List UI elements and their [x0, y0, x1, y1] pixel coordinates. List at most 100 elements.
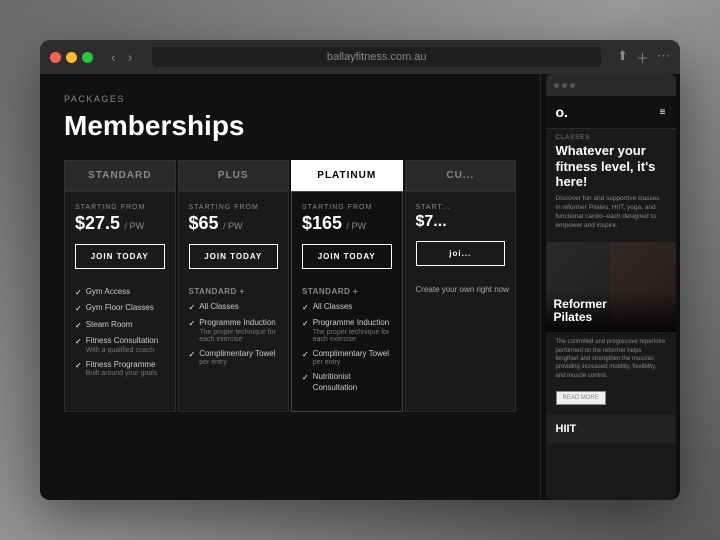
tab-standard[interactable]: STANDARD — [64, 160, 176, 191]
list-item: ✓ Fitness Consultation With a qualified … — [75, 336, 165, 353]
custom-join-button[interactable]: joi... — [416, 241, 506, 266]
mobile-logo: o. — [556, 104, 568, 120]
minimize-button[interactable] — [66, 52, 77, 63]
check-icon: ✓ — [189, 350, 196, 359]
main-panel: PACKAGES Memberships STANDARD PLUS PLATI… — [40, 74, 540, 500]
feature-label: Gym Floor Classes — [86, 303, 154, 313]
feature-label: Fitness Consultation — [86, 336, 158, 346]
mobile-device: o. ≡ CLASSES Whatever your fitness level… — [546, 74, 676, 500]
browser-window: ‹ › ballayfitness.com.au ⬆ ＋ ⋯ PACKAGES … — [40, 40, 680, 500]
plus-column: STARTING FROM $65 / PW JOIN TODAY STANDA… — [178, 191, 290, 412]
membership-tabs: STANDARD PLUS PLATINUM CU... — [64, 160, 516, 191]
list-item: ✓ Nutritionist Consultation — [302, 372, 392, 393]
mobile-content: o. ≡ CLASSES Whatever your fitness level… — [546, 96, 676, 500]
mobile-dot-1 — [554, 83, 559, 88]
tab-platinum[interactable]: PLATINUM — [291, 160, 403, 191]
reformer-card-title: ReformerPilates — [554, 298, 668, 324]
feature-label: Nutritionist Consultation — [313, 372, 392, 393]
check-icon: ✓ — [75, 337, 82, 346]
reformer-card-content: The controlled and progressive repertoir… — [546, 332, 676, 411]
maximize-button[interactable] — [82, 52, 93, 63]
add-tab-icon[interactable]: ＋ — [636, 48, 649, 67]
check-icon: ✓ — [75, 304, 82, 313]
feature-label: Fitness Programme — [86, 360, 158, 370]
browser-actions: ⬆ ＋ ⋯ — [617, 48, 670, 67]
list-item: ✓ Programme Induction The proper techniq… — [189, 318, 279, 342]
tab-plus[interactable]: PLUS — [178, 160, 290, 191]
address-bar[interactable]: ballayfitness.com.au — [152, 47, 601, 67]
feature-sub: The proper technique for each exercise — [313, 329, 392, 343]
check-icon: ✓ — [189, 303, 196, 312]
list-item: ✓ Steam Room — [75, 320, 165, 330]
feature-label: Complimentary Towel — [313, 349, 389, 359]
platinum-from-label: STARTING FROM — [302, 204, 392, 211]
mobile-dot-3 — [570, 83, 575, 88]
tab-custom[interactable]: CU... — [405, 160, 517, 191]
mobile-toolbar — [546, 74, 676, 96]
check-icon: ✓ — [302, 373, 309, 382]
hamburger-icon[interactable]: ≡ — [660, 107, 666, 118]
mobile-hero-description: Discover fun and supportive classes in r… — [556, 194, 666, 230]
list-item: ✓ Fitness Programme Built around your go… — [75, 360, 165, 377]
back-button[interactable]: ‹ — [107, 47, 120, 67]
nav-buttons: ‹ › — [107, 47, 136, 67]
url-text: ballayfitness.com.au — [327, 51, 427, 63]
standard-column: STARTING FROM $27.5 / PW JOIN TODAY ✓ Gy… — [64, 191, 176, 412]
mobile-traffic-lights — [554, 83, 575, 88]
browser-content: PACKAGES Memberships STANDARD PLUS PLATI… — [40, 74, 680, 500]
feature-sub: Built around your goals — [86, 370, 158, 377]
list-item: ✓ All Classes — [189, 302, 279, 312]
feature-label: Steam Room — [86, 320, 133, 330]
standard-price: $27.5 / PW — [75, 213, 165, 234]
read-more-button[interactable]: READ MORE — [556, 391, 606, 405]
mobile-panel: o. ≡ CLASSES Whatever your fitness level… — [540, 74, 680, 500]
extensions-icon[interactable]: ⋯ — [657, 48, 670, 67]
feature-sub: The proper technique for each exercise — [199, 329, 278, 343]
platinum-price: $165 / PW — [302, 213, 392, 234]
plus-features: STANDARD + ✓ All Classes ✓ Programme Ind… — [189, 287, 279, 366]
pricing-grid: STARTING FROM $27.5 / PW JOIN TODAY ✓ Gy… — [64, 191, 516, 412]
custom-price: $7... — [416, 213, 506, 231]
custom-features: Create your own right now — [416, 284, 506, 295]
feature-sub: per entry — [199, 359, 275, 366]
list-item: ✓ Programme Induction The proper techniq… — [302, 318, 392, 342]
feature-label: All Classes — [313, 302, 353, 312]
check-icon: ✓ — [75, 321, 82, 330]
section-label: PACKAGES — [64, 94, 516, 104]
forward-button[interactable]: › — [124, 47, 137, 67]
list-item: ✓ All Classes — [302, 302, 392, 312]
platinum-features-header: STANDARD + — [302, 287, 392, 296]
check-icon: ✓ — [75, 361, 82, 370]
plus-price: $65 / PW — [189, 213, 279, 234]
browser-toolbar: ‹ › ballayfitness.com.au ⬆ ＋ ⋯ — [40, 40, 680, 74]
standard-from-label: STARTING FROM — [75, 204, 165, 211]
plus-features-header: STANDARD + — [189, 287, 279, 296]
mobile-dot-2 — [562, 83, 567, 88]
reformer-card-desc: The controlled and progressive repertoir… — [556, 338, 666, 380]
custom-from-label: START... — [416, 204, 506, 211]
feature-label: All Classes — [199, 302, 239, 312]
reformer-card-image: ReformerPilates — [546, 242, 676, 332]
feature-sub: per entry — [313, 359, 389, 366]
check-icon: ✓ — [189, 319, 196, 328]
list-item: ✓ Gym Floor Classes — [75, 303, 165, 313]
traffic-lights — [50, 52, 93, 63]
list-item: ✓ Complimentary Towel per entry — [302, 349, 392, 366]
hiit-title: HIIT — [556, 423, 666, 435]
close-button[interactable] — [50, 52, 61, 63]
share-icon[interactable]: ⬆ — [617, 48, 628, 67]
check-icon: ✓ — [302, 303, 309, 312]
mobile-classes-label: CLASSES — [546, 129, 676, 143]
plus-join-button[interactable]: JOIN TODAY — [189, 244, 279, 269]
check-icon: ✓ — [302, 319, 309, 328]
standard-join-button[interactable]: JOIN TODAY — [75, 244, 165, 269]
platinum-column: STARTING FROM $165 / PW JOIN TODAY STAND… — [291, 191, 403, 412]
check-icon: ✓ — [75, 288, 82, 297]
create-own-text: Create your own right now — [416, 284, 506, 295]
custom-column: START... $7... joi... Create your own ri… — [405, 191, 517, 412]
platinum-join-button[interactable]: JOIN TODAY — [302, 244, 392, 269]
mobile-hero-title: Whatever your fitness level, it's here! — [556, 143, 666, 190]
list-item: ✓ Complimentary Towel per entry — [189, 349, 279, 366]
hiit-section: HIIT — [546, 415, 676, 443]
reformer-card: ReformerPilates The controlled and progr… — [546, 242, 676, 411]
